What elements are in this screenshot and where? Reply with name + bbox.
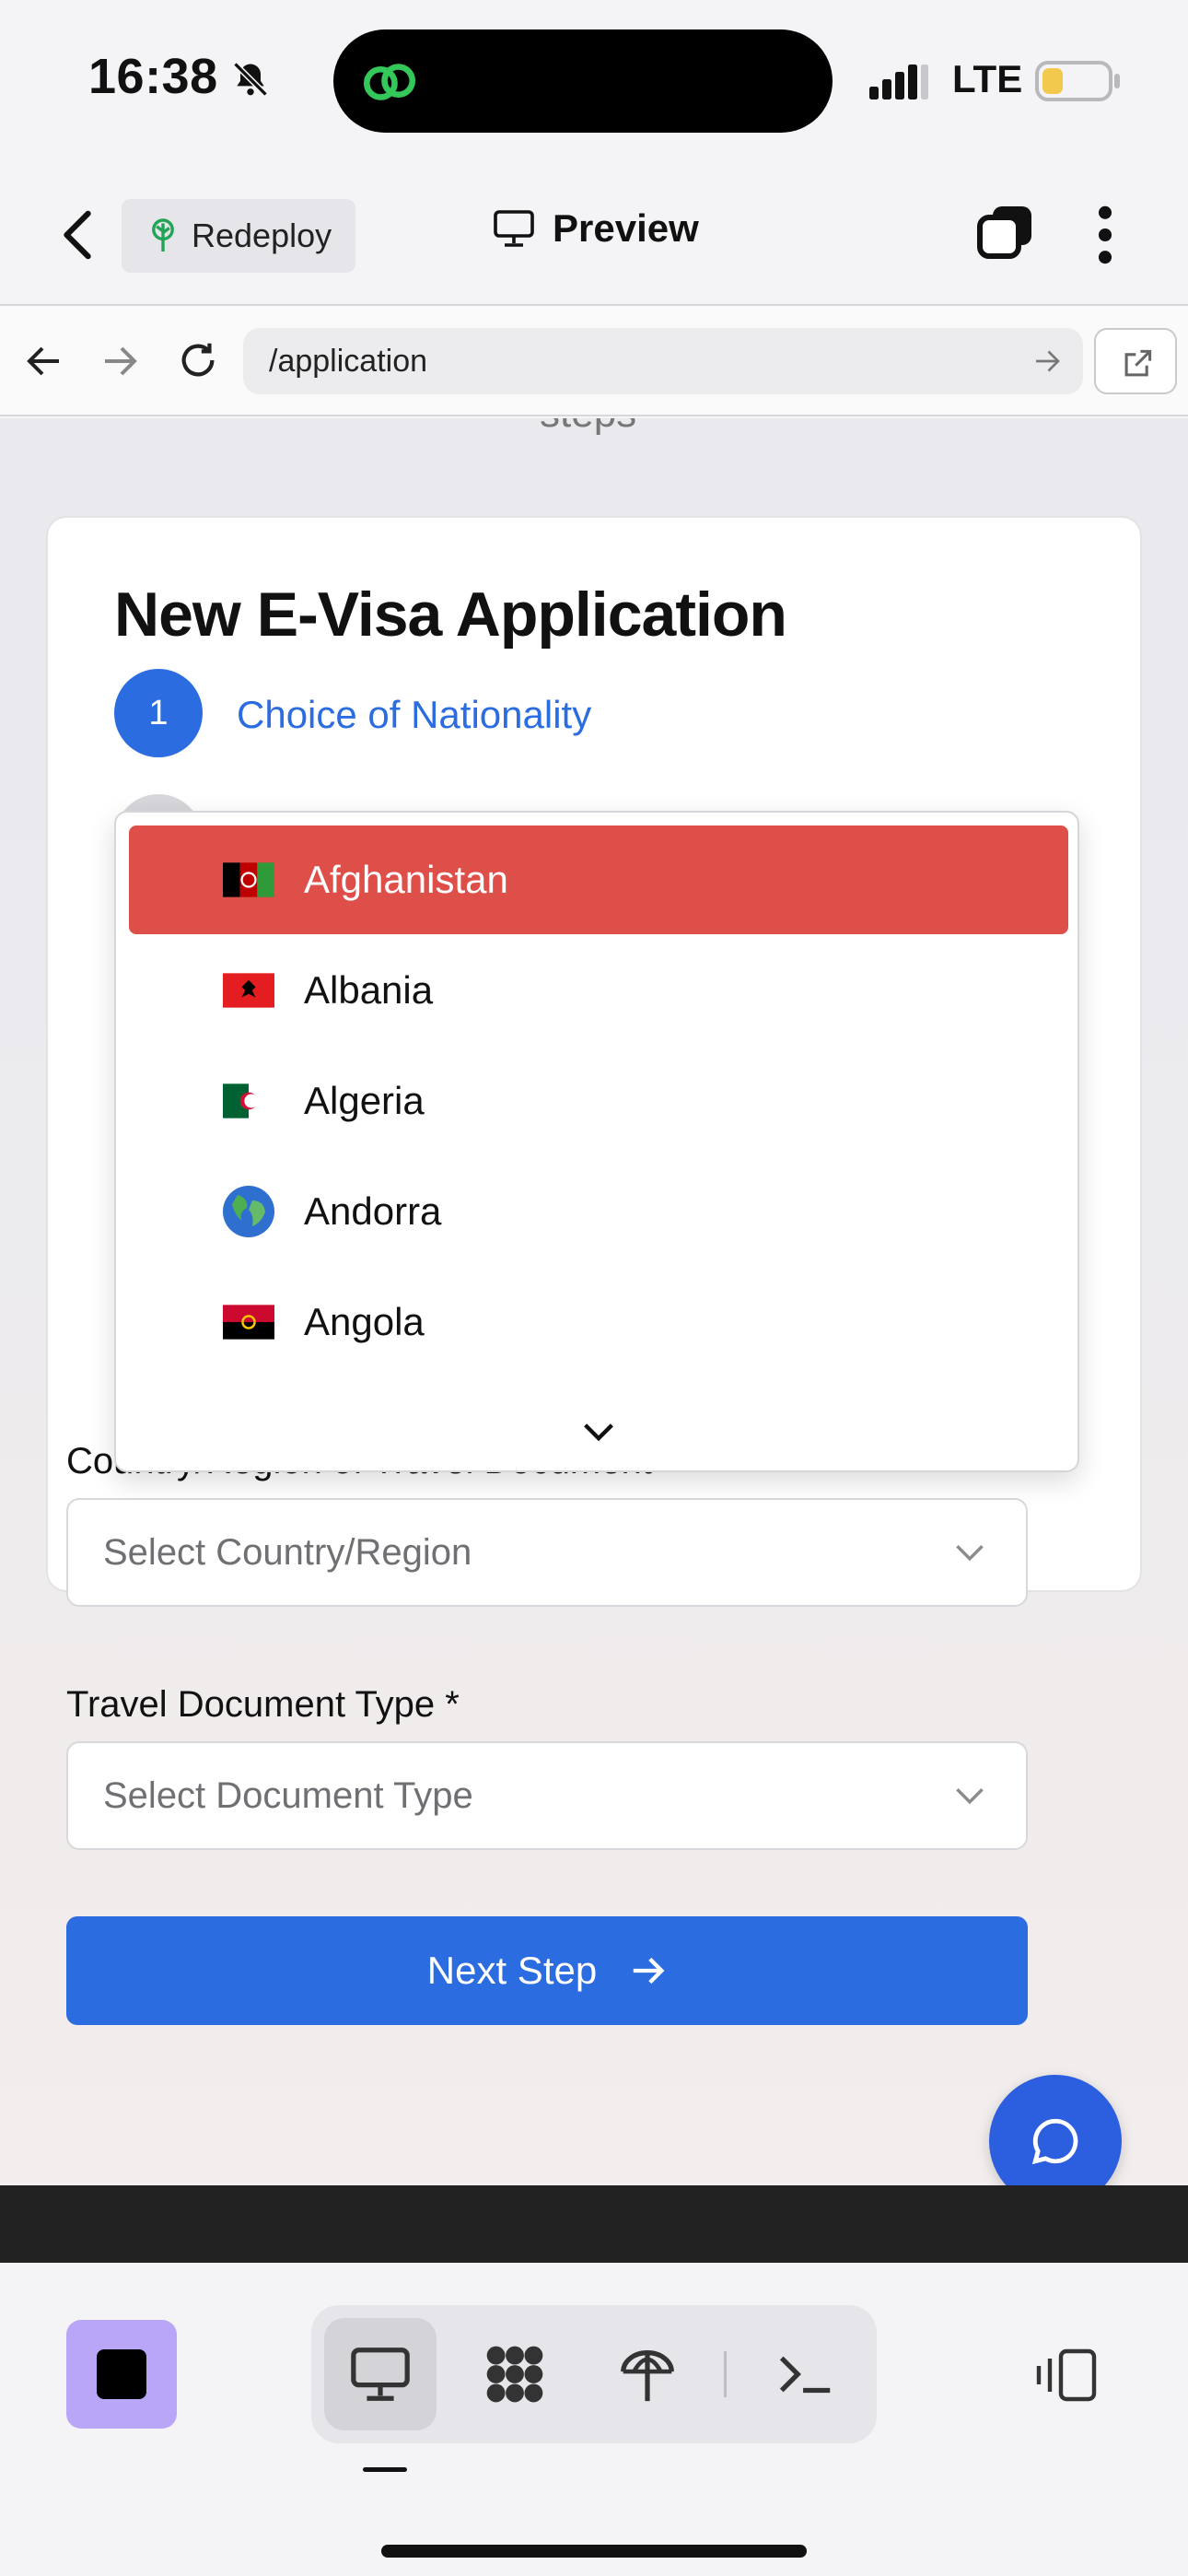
next-step-label: Next Step [426,1949,598,1992]
step-1-indicator: 1 [114,669,203,757]
preview-label: Preview [553,206,699,250]
reload-icon[interactable] [177,339,219,381]
open-external-button[interactable] [1094,328,1177,394]
grid-icon [486,2346,543,2403]
url-field[interactable]: /application [243,328,1083,394]
chevron-down-icon [956,1544,984,1562]
chevron-down-icon [956,1787,984,1805]
globe-icon [223,1186,274,1237]
travel-doc-type-label: Travel Document Type * [66,1684,460,1725]
tabs-icon[interactable] [976,203,1035,262]
option-albania[interactable]: Albania [129,936,1068,1045]
algeria-flag-icon [223,1083,274,1118]
tool-group [311,2305,877,2443]
dynamic-island [333,29,833,133]
option-afghanistan[interactable]: Afghanistan [129,825,1068,934]
redeploy-label: Redeploy [192,217,332,254]
status-bar: 16:38 LTE [0,0,1188,166]
step-1-label: Choice of Nationality [237,693,592,736]
page-title: New E-Visa Application [114,580,787,650]
option-label: Albania [304,968,434,1012]
network-type: LTE [952,57,1023,100]
console-tool-button[interactable] [750,2318,862,2430]
more-vertical-icon[interactable] [1092,205,1118,265]
option-label: Afghanistan [304,858,508,901]
preview-tool-button[interactable] [324,2318,437,2430]
nationality-dropdown[interactable]: Afghanistan Albania Algeria Andorra Ango… [114,811,1079,1472]
url-go-icon[interactable] [1033,348,1061,374]
stop-button[interactable] [66,2320,177,2429]
option-label: Algeria [304,1079,425,1122]
browser-back-icon[interactable] [26,343,63,380]
back-chevron-icon[interactable] [57,208,98,262]
option-label: Angola [304,1300,425,1343]
chat-icon [1031,2118,1078,2165]
bottom-toolbar [0,2263,1188,2576]
travel-doc-type-placeholder: Select Document Type [103,1774,473,1816]
option-andorra[interactable]: Andorra [129,1157,1068,1266]
monitor-icon [351,2348,410,2401]
preview-title: Preview [492,206,699,251]
browser-forward-icon[interactable] [101,343,138,380]
redeploy-button[interactable]: Redeploy [122,199,355,273]
active-tool-indicator [363,2467,407,2472]
split-view-icon[interactable] [1031,2348,1098,2403]
angola-flag-icon [223,1305,274,1340]
stop-icon [97,2349,146,2399]
travel-doc-country-select[interactable]: Select Country/Region [66,1498,1028,1607]
steps-heading-partial: steps [540,418,636,437]
option-algeria[interactable]: Algeria [129,1047,1068,1155]
afghanistan-flag-icon [223,862,274,897]
arrow-right-icon [634,1957,665,1985]
app-header: Redeploy Preview [0,166,1188,306]
option-label: Andorra [304,1189,442,1233]
battery-icon [1035,61,1120,101]
home-indicator [381,2545,807,2558]
workspace-tool-button[interactable] [459,2318,571,2430]
external-link-icon [1124,349,1152,377]
app-link-icon [363,64,416,100]
albania-flag-icon [223,973,274,1008]
terminal-icon [779,2356,831,2394]
next-step-button[interactable]: Next Step [66,1916,1028,2025]
scroll-down-chevron-icon[interactable] [582,1421,615,1443]
travel-doc-country-placeholder: Select Country/Region [103,1531,472,1573]
travel-doc-type-select[interactable]: Select Document Type [66,1741,1028,1850]
option-angola[interactable]: Angola [129,1268,1068,1376]
bell-slash-icon [233,62,268,97]
monitor-icon [494,210,534,247]
url-text: /application [269,343,428,379]
deploy-tree-icon [152,218,174,252]
browser-bar: /application [0,306,1188,416]
signal-icon [869,64,928,100]
deploy-tool-button[interactable] [591,2318,704,2430]
tool-divider [724,2351,727,2397]
deploy-icon [621,2350,674,2402]
page-footer-strip [0,2185,1188,2263]
status-time: 16:38 [88,49,218,104]
